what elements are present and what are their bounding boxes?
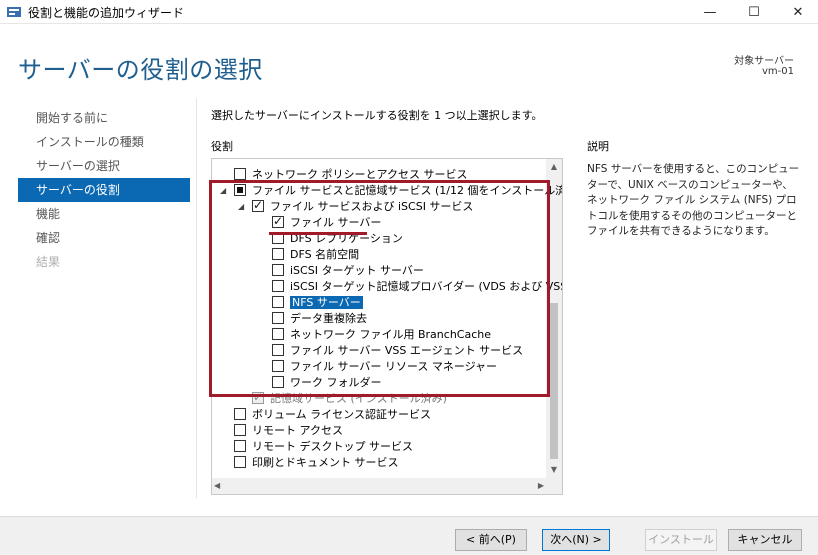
close-button[interactable]: ✕ (778, 0, 818, 24)
cancel-button[interactable]: キャンセル (728, 529, 802, 551)
nav-item-1[interactable]: インストールの種類 (18, 130, 190, 154)
role-tree-row[interactable]: リモート アクセス (234, 423, 343, 439)
target-server-label: 対象サーバー (734, 56, 794, 67)
title-bar: 役割と機能の追加ウィザード — ☐ ✕ (0, 0, 818, 24)
scroll-up-icon[interactable]: ▲ (546, 159, 562, 175)
instruction-text: 選択したサーバーにインストールする役割を 1 つ以上選択します。 (211, 109, 543, 122)
role-label[interactable]: リモート デスクトップ サービス (252, 440, 413, 453)
page-title: サーバーの役割の選択 (18, 56, 263, 84)
role-checkbox[interactable] (234, 456, 246, 468)
nav-item-2[interactable]: サーバーの選択 (18, 154, 190, 178)
role-label[interactable]: リモート アクセス (252, 424, 343, 437)
nav-item-5[interactable]: 確認 (18, 226, 190, 250)
role-label[interactable]: ボリューム ライセンス認証サービス (252, 408, 431, 421)
nav-item-3[interactable]: サーバーの役割 (18, 178, 190, 202)
scroll-left-icon[interactable]: ◀ (214, 478, 220, 494)
role-checkbox[interactable] (234, 168, 246, 180)
role-checkbox[interactable] (234, 408, 246, 420)
scroll-down-icon[interactable]: ▼ (546, 462, 562, 478)
next-button[interactable]: 次へ(N) > (542, 529, 610, 551)
highlight-box-file-services (209, 180, 550, 397)
minimize-button[interactable]: — (690, 0, 730, 24)
horizontal-scrollbar[interactable]: ◀ ▶ (212, 478, 546, 494)
nav-item-0[interactable]: 開始する前に (18, 106, 190, 130)
role-checkbox[interactable] (234, 424, 246, 436)
highlight-underline-file-server (269, 232, 367, 235)
target-server-name: vm-01 (762, 66, 794, 77)
role-tree-row[interactable]: ボリューム ライセンス認証サービス (234, 407, 431, 423)
nav-item-4[interactable]: 機能 (18, 202, 190, 226)
window-title: 役割と機能の追加ウィザード (28, 6, 185, 20)
description-text: NFS サーバーを使用すると、このコンピューターで、UNIX ベースのコンピュー… (587, 163, 800, 237)
role-tree-row[interactable]: リモート デスクトップ サービス (234, 439, 413, 455)
scroll-right-icon[interactable]: ▶ (538, 478, 544, 494)
role-label[interactable]: 印刷とドキュメント サービス (252, 456, 399, 469)
wizard-footer: < 前へ(P) 次へ(N) > インストール(I) キャンセル (0, 516, 818, 555)
nav-divider (196, 98, 197, 498)
install-button: インストール(I) (645, 529, 717, 555)
server-manager-icon (7, 7, 21, 17)
scroll-thumb[interactable] (550, 303, 558, 459)
role-tree-row[interactable]: 印刷とドキュメント サービス (234, 455, 399, 471)
prev-button[interactable]: < 前へ(P) (455, 529, 527, 551)
role-checkbox[interactable] (234, 440, 246, 452)
nav-item-6: 結果 (36, 255, 61, 269)
roles-heading: 役割 (211, 140, 233, 153)
maximize-button[interactable]: ☐ (734, 0, 774, 24)
description-heading: 説明 (587, 140, 609, 153)
wizard-nav: 開始する前に インストールの種類 サーバーの選択 サーバーの役割 機能 確認結果 (18, 106, 190, 274)
